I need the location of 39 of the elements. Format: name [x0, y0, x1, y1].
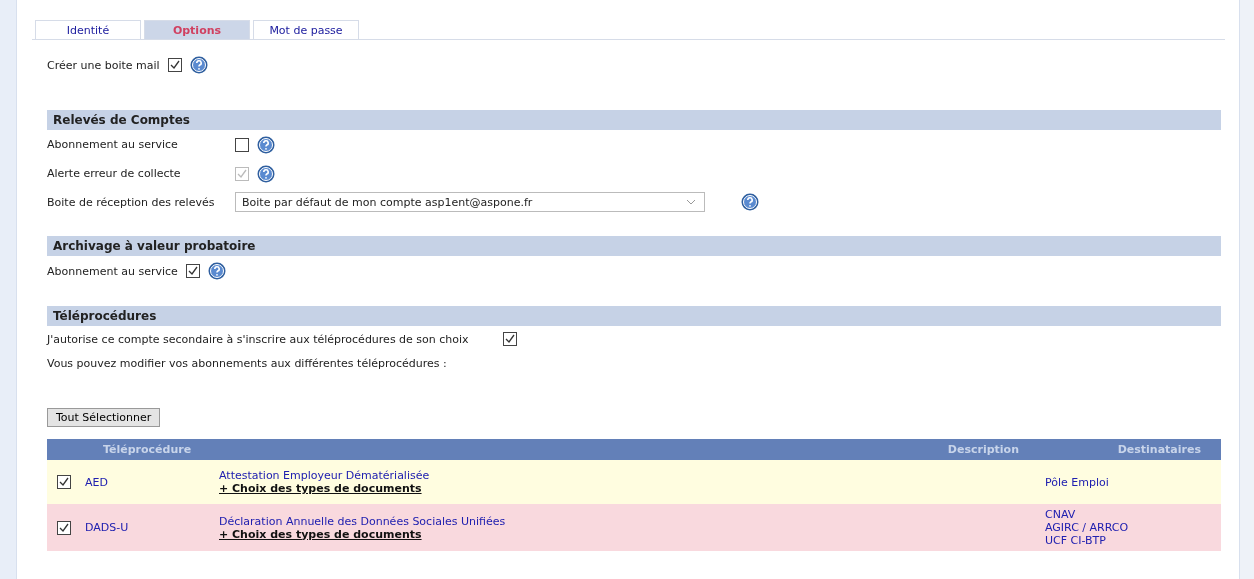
section-header: Relevés de Comptes — [47, 110, 1221, 130]
help-icon[interactable] — [257, 135, 275, 154]
column-header: Téléprocédure — [47, 439, 213, 460]
column-header: Description — [213, 439, 1039, 460]
checkbox[interactable] — [57, 475, 71, 489]
help-icon[interactable] — [257, 164, 275, 183]
help-icon[interactable] — [741, 193, 759, 211]
procedure-description[interactable]: Attestation Employeur Dématérialisée — [219, 469, 1033, 482]
option-label: Boite de réception des relevés — [47, 195, 216, 209]
procedure-description[interactable]: Déclaration Annuelle des Données Sociales Unifiées — [219, 514, 1033, 528]
section-header: Téléprocédures — [47, 306, 1221, 326]
checkbox[interactable] — [185, 264, 200, 278]
checkbox[interactable] — [57, 520, 71, 535]
recipient-link[interactable]: UCF CI-BTP — [1045, 534, 1215, 547]
section-header: Archivage à valeur probatoire — [47, 236, 1221, 256]
document-types-link[interactable]: + Choix des types de documents — [219, 482, 1033, 495]
procedure-code[interactable]: AED — [85, 475, 108, 489]
select-all-button[interactable]: Tout Sélectionner — [47, 408, 161, 427]
document-types-link[interactable]: + Choix des types de documents — [219, 527, 1033, 541]
checkbox[interactable] — [235, 137, 249, 152]
authorize-label: J'autorise ce compte secondaire à s'inscrire aux téléprocédures de son choix — [47, 332, 469, 346]
recipient-link[interactable]: CNAV — [1045, 508, 1215, 521]
chevron-icon — [686, 199, 696, 205]
option-label: Abonnement au service — [47, 264, 178, 278]
recipient-link[interactable]: AGIRC / ARRCO — [1045, 521, 1215, 534]
note-text: Vous pouvez modifier vos abonnements aux différentes téléprocédures : — [47, 356, 447, 370]
tab[interactable]: Mot de passe — [253, 20, 359, 39]
mailbox-label: Créer une boite mail — [47, 58, 160, 72]
option-label: Alerte erreur de collecte — [47, 167, 182, 180]
mailbox-select[interactable]: Boite par défaut de mon compte asp1ent@aspone.fr — [235, 192, 705, 212]
recipient-link[interactable]: Pôle Emploi — [1045, 475, 1215, 489]
checkbox[interactable] — [502, 332, 517, 346]
help-icon[interactable] — [207, 262, 226, 280]
column-header: Destinataires — [1039, 439, 1221, 460]
help-icon[interactable] — [189, 56, 208, 74]
procedure-code[interactable]: DADS-U — [85, 521, 129, 534]
checkbox[interactable] — [167, 58, 182, 72]
tab[interactable]: Identité — [35, 20, 141, 39]
option-label: Abonnement au service — [47, 138, 179, 151]
